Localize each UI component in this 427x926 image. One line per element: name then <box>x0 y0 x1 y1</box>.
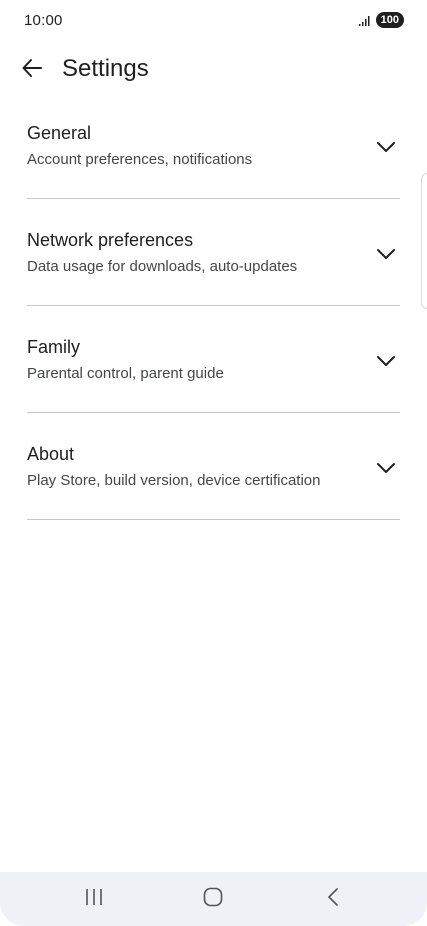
arrow-back-icon <box>21 57 43 84</box>
settings-list: General Account preferences, notificatio… <box>0 92 427 520</box>
divider <box>27 519 400 520</box>
home-icon <box>203 887 223 912</box>
chevron-down-icon[interactable] <box>375 243 397 265</box>
settings-item-title: General <box>27 123 92 143</box>
back-chevron-icon <box>326 887 340 912</box>
status-bar: 10:00 100 <box>0 0 427 40</box>
recents-icon <box>84 888 104 911</box>
status-indicators: 100 <box>358 12 404 28</box>
settings-item-subtitle: Account preferences, notifications <box>27 151 253 168</box>
settings-item-title: About <box>27 444 75 464</box>
system-nav-bar <box>0 872 427 926</box>
status-time: 10:00 <box>24 12 63 29</box>
settings-item-subtitle: Play Store, build version, device certif… <box>27 472 321 489</box>
settings-item-network-preferences[interactable]: Network preferences Data usage for downl… <box>0 199 427 306</box>
signal-bars-icon <box>358 14 370 26</box>
recents-button[interactable] <box>74 886 114 912</box>
chevron-down-icon[interactable] <box>375 136 397 158</box>
page-title: Settings <box>62 55 149 82</box>
chevron-down-icon[interactable] <box>375 350 397 372</box>
app-bar: Settings <box>0 48 427 92</box>
back-button[interactable] <box>16 54 48 86</box>
battery-level-badge: 100 <box>375 12 404 28</box>
chevron-down-icon[interactable] <box>375 457 397 479</box>
settings-item-family[interactable]: Family Parental control, parent guide <box>0 306 427 413</box>
settings-item-general[interactable]: General Account preferences, notificatio… <box>0 92 427 199</box>
settings-item-title: Family <box>27 337 80 357</box>
screen: 10:00 100 Settings General Account prefe… <box>0 0 427 926</box>
settings-item-subtitle: Parental control, parent guide <box>27 365 224 382</box>
settings-item-subtitle: Data usage for downloads, auto-updates <box>27 258 298 275</box>
settings-item-about[interactable]: About Play Store, build version, device … <box>0 413 427 520</box>
edge-panel-handle[interactable] <box>421 173 427 309</box>
settings-item-title: Network preferences <box>27 230 194 250</box>
home-button[interactable] <box>193 886 233 912</box>
system-back-button[interactable] <box>313 886 353 912</box>
